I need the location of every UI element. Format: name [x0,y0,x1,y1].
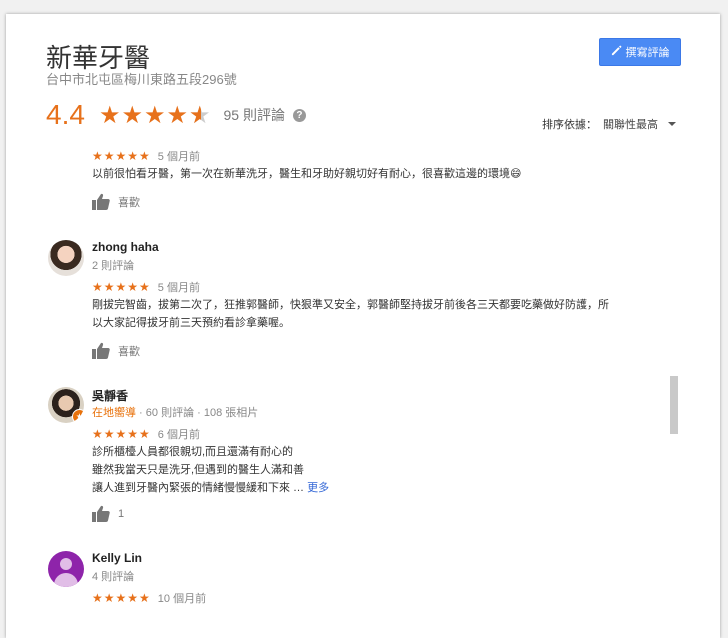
review-text-line: 剛拔完智齒，拔第二次了，狂推郭醫師，快狠準又安全，郭醫師堅持拔牙前後各三天都要吃… [92,299,609,311]
like-label: 喜歡 [118,345,140,358]
write-review-button[interactable]: 撰寫評論 [599,38,681,66]
person-icon [60,558,72,570]
review-time: 10 個月前 [157,593,207,605]
review-count[interactable]: 95 則評論 [224,105,285,125]
review-text-line: 診所櫃檯人員都很親切,而且還滿有耐心的 [92,446,294,458]
review-time: 5 個月前 [157,151,200,163]
reviewer-meta: 2 則評論 [92,260,135,272]
thumbs-up-icon [92,505,110,522]
review-rating-line: ★★★★★ 10 個月前 [92,590,206,606]
local-guide-star-icon: ★ [72,409,84,423]
like-button[interactable]: 喜歡 [92,193,140,210]
more-link[interactable]: 更多 [307,482,329,494]
reviewer-avatar[interactable] [48,551,84,587]
sort-value: 關聯性最高 [603,119,658,131]
like-button[interactable]: 喜歡 [92,342,140,359]
reviewer-name[interactable]: Kelly Lin [92,551,142,565]
person-icon-shoulders [54,573,78,587]
pencil-icon [611,45,622,59]
sort-label: 排序依據： [542,119,597,131]
reviewer-meta: 在地嚮導 · 60 則評論 · 108 張相片 [92,404,258,420]
help-icon[interactable]: ? [292,108,306,122]
reviewer-avatar[interactable] [48,240,84,276]
like-button[interactable]: 1 [92,505,124,522]
review-rating-line: ★★★★★ 5 個月前 [92,279,200,295]
average-rating: 4.4 [46,99,85,130]
half-star-icon: ★ [189,101,212,130]
review-rating-line: ★★★★★ 5 個月前 [92,148,200,164]
review-text: 診所櫃檯人員都很親切,而且還滿有耐心的 雖然我當天只是洗牙,但遇到的醫生人滿和善… [92,443,662,497]
review-text: 以前很怕看牙醫，第一次在新華洗牙，醫生和牙助好親切好有耐心，很喜歡這邊的環境😄 [92,168,522,180]
sort-dropdown[interactable]: 排序依據： 關聯性最高 [542,116,676,132]
review-text-line: 雖然我當天只是洗牙,但遇到的醫生人滿和善 [92,464,305,476]
review-text-line: 以大家記得拔牙前三天預約看診拿藥喔。 [92,317,290,329]
reviewer-name[interactable]: zhong haha [92,240,159,254]
reviewer-stats: · 60 則評論 · 108 張相片 [136,407,259,419]
rating-stars: ★★★★★ [99,101,212,130]
reviewer-name[interactable]: 吳靜香 [92,387,128,404]
thumbs-up-icon [92,342,110,359]
review-text: 剛拔完智齒，拔第二次了，狂推郭醫師，快狠準又安全，郭醫師堅持拔牙前後各三天都要吃… [92,296,662,332]
caret-down-icon [668,122,676,126]
reviewer-avatar[interactable]: ★ [48,387,84,423]
like-count: 1 [118,507,125,520]
rating-summary: 4.4 ★★★★★ 95 則評論 ? [46,99,306,130]
reviewer-meta: 4 則評論 [92,571,135,583]
write-review-label: 撰寫評論 [625,47,670,59]
reviews-panel: 新華牙醫 台中市北屯區梅川東路五段296號 撰寫評論 4.4 ★★★★★ 95 … [6,14,720,638]
review-stars: ★★★★★ [92,591,151,605]
review-time: 6 個月前 [157,429,200,441]
review-time: 5 個月前 [157,282,200,294]
review-text-line: 讓人進到牙醫內緊張的情緒慢慢緩和下來 … [92,482,308,494]
review-stars: ★★★★★ [92,427,151,441]
like-label: 喜歡 [118,196,140,209]
scrollbar-thumb[interactable] [670,376,678,434]
review-stars: ★★★★★ [92,149,151,163]
review-stars: ★★★★★ [92,280,151,294]
thumbs-up-icon [92,193,110,210]
place-address: 台中市北屯區梅川東路五段296號 [46,72,237,87]
review-rating-line: ★★★★★ 6 個月前 [92,426,200,442]
local-guide-label: 在地嚮導 [92,407,136,419]
